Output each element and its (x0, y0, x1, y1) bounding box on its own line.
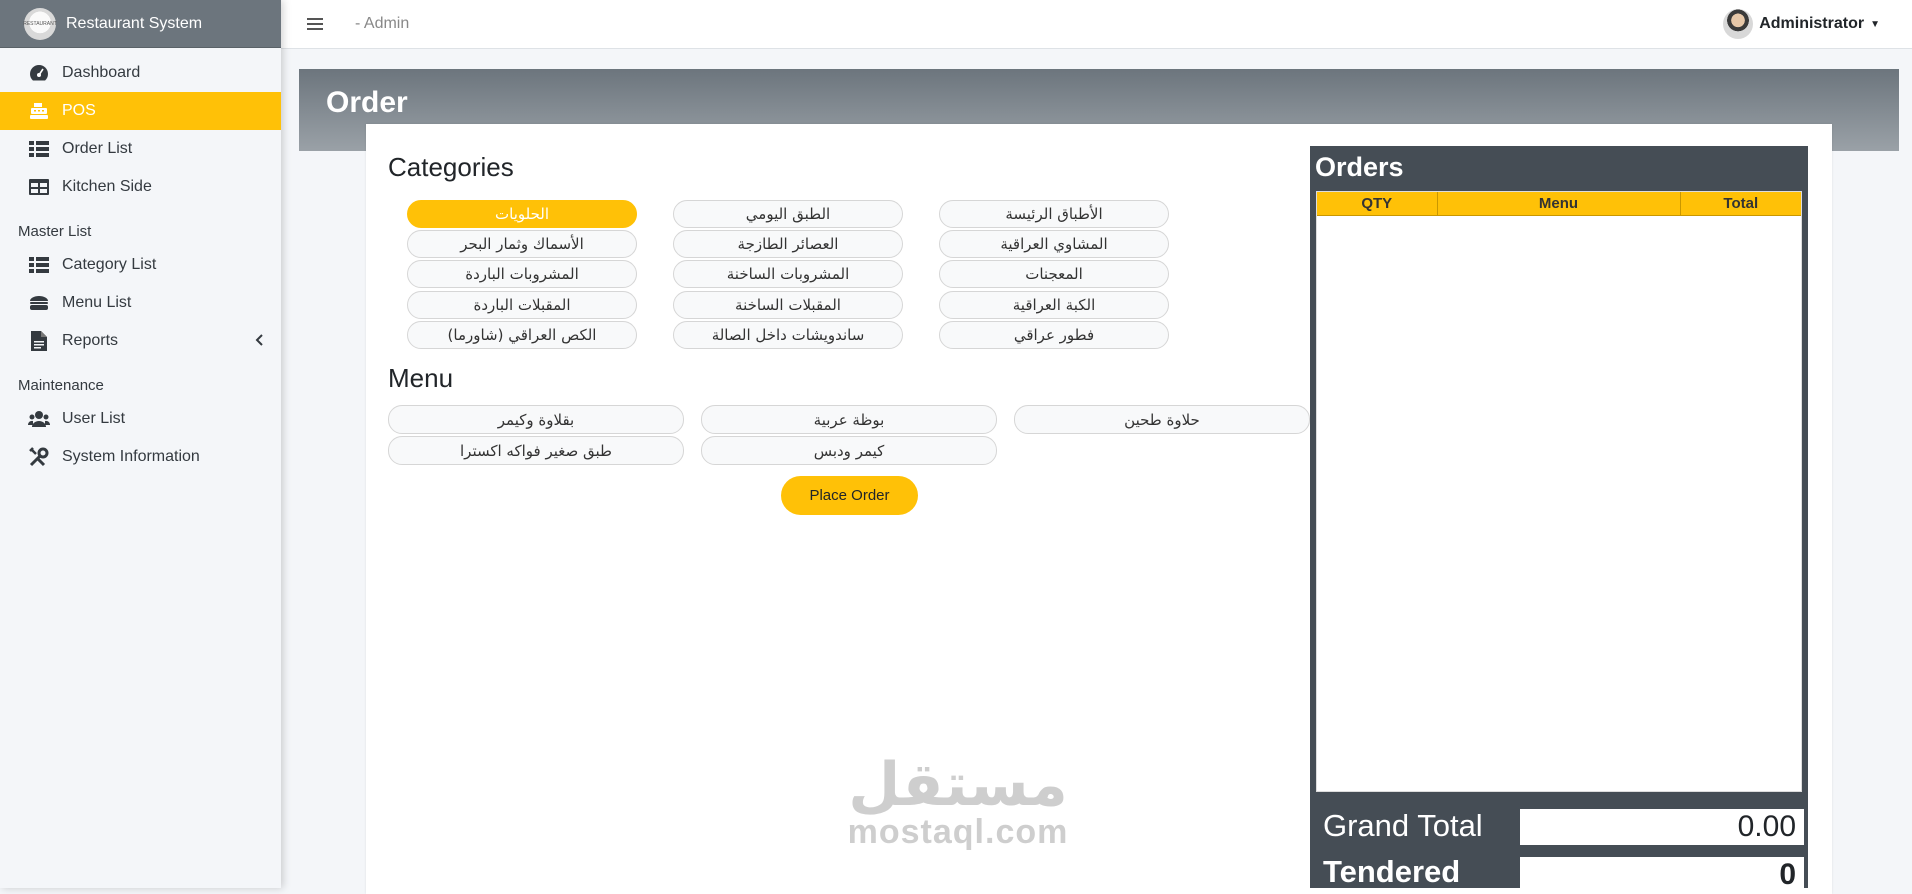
categories-title: Categories (388, 152, 514, 182)
category-button[interactable]: المشروبات الباردة (407, 260, 637, 288)
table-icon (28, 177, 50, 197)
sidebar-item-label: Reports (62, 332, 119, 349)
orders-table-header: QTY Menu Total (1317, 192, 1801, 216)
users-icon (28, 409, 50, 429)
menu-item-button[interactable]: طبق صغير فواكه اكسترا (388, 436, 684, 465)
watermark-arabic: مستقل (848, 750, 1068, 820)
brand-text: Restaurant System (66, 14, 203, 32)
sidebar-item-label: Dashboard (62, 64, 141, 81)
category-button[interactable]: الكص العراقي (شاورما) (407, 321, 637, 349)
page-title: Order (326, 86, 408, 119)
col-qty-header: QTY (1317, 192, 1438, 215)
sidebar-item-label: Kitchen Side (62, 178, 152, 195)
sidebar-item-dashboard[interactable]: Dashboard (0, 54, 281, 92)
caret-down-icon: ▼ (1870, 18, 1880, 30)
sidebar-item-reports[interactable]: Reports (0, 322, 281, 360)
orders-panel: Orders QTY Menu Total Grand Total 0.00 T… (1310, 146, 1808, 893)
grand-total-value: 0.00 (1520, 809, 1804, 845)
menu-toggle-icon[interactable] (307, 18, 323, 30)
hamburger-food-icon (28, 293, 50, 313)
sidebar-item-label: POS (62, 102, 96, 119)
col-menu-header: Menu (1438, 192, 1681, 215)
list-icon (28, 139, 50, 159)
menu-item-button[interactable]: بوظة عربية (701, 405, 997, 434)
chevron-left-icon[interactable] (255, 333, 263, 349)
nav-header-maintenance: Maintenance (18, 377, 104, 394)
category-button[interactable]: المشاوي العراقية (939, 230, 1169, 258)
sidebar: RESTAURANT Restaurant System Dashboard P… (0, 0, 281, 888)
menu-item-button[interactable]: كيمر ودبس (701, 436, 997, 465)
category-button[interactable]: المقبلات الباردة (407, 291, 637, 319)
menu-item-button[interactable]: بقلاوة وكيمر (388, 405, 684, 434)
nav-header-master-list: Master List (18, 223, 92, 240)
category-button[interactable]: الأطباق الرئيسة (939, 200, 1169, 228)
category-button[interactable]: الكبة العراقية (939, 291, 1169, 319)
sidebar-item-order-list[interactable]: Order List (0, 130, 281, 168)
sidebar-item-menu-list[interactable]: Menu List (0, 284, 281, 322)
category-button[interactable]: المشروبات الساخنة (673, 260, 903, 288)
orders-title: Orders (1315, 152, 1404, 182)
watermark-latin: mostaql.com (847, 813, 1069, 851)
sidebar-item-pos[interactable]: POS (0, 92, 281, 130)
sidebar-item-category-list[interactable]: Category List (0, 246, 281, 284)
dashboard-icon (28, 63, 50, 83)
category-button[interactable]: الأسماك وثمار البحر (407, 230, 637, 258)
sidebar-item-user-list[interactable]: User List (0, 400, 281, 438)
sidebar-item-label: User List (62, 410, 126, 427)
document-icon (28, 331, 50, 351)
tendered-label: Tendered (1323, 854, 1461, 889)
brand-link[interactable]: RESTAURANT Restaurant System (0, 0, 281, 48)
category-button[interactable]: الحلويات (407, 200, 637, 228)
sidebar-item-system-information[interactable]: System Information (0, 438, 281, 476)
category-button[interactable]: العصائر الطازجة (673, 230, 903, 258)
orders-table: QTY Menu Total (1316, 191, 1802, 792)
category-button[interactable]: الطبق اليومي (673, 200, 903, 228)
brand-logo: RESTAURANT (23, 7, 57, 40)
col-total-header: Total (1723, 195, 1759, 212)
watermark: مستقل mostaql.com (838, 755, 1078, 852)
tools-icon (28, 447, 50, 467)
menu-item-button[interactable]: حلاوة طحين (1014, 405, 1310, 434)
sidebar-item-label: Order List (62, 140, 133, 157)
cash-register-icon (28, 101, 50, 121)
sidebar-item-label: Category List (62, 256, 157, 273)
grand-total-label: Grand Total (1323, 808, 1483, 843)
admin-label: - Admin (355, 15, 410, 32)
avatar (1723, 9, 1754, 39)
sidebar-item-label: System Information (62, 448, 200, 465)
top-navbar: - Admin Administrator ▼ (281, 0, 1912, 49)
category-button[interactable]: فطور عراقي (939, 321, 1169, 349)
place-order-button[interactable]: Place Order (781, 476, 918, 515)
category-button[interactable]: ساندويشات داخل الصالة (673, 321, 903, 349)
sidebar-item-label: Menu List (62, 294, 132, 311)
category-button[interactable]: المقبلات الساخنة (673, 291, 903, 319)
menu-title: Menu (388, 363, 454, 393)
sidebar-item-kitchen-side[interactable]: Kitchen Side (0, 168, 281, 206)
user-menu[interactable]: Administrator ▼ (1723, 9, 1880, 39)
category-button[interactable]: المعجنات (939, 260, 1169, 288)
user-name: Administrator (1759, 15, 1865, 32)
list-icon (28, 255, 50, 275)
logo-text: RESTAURANT (23, 20, 57, 27)
